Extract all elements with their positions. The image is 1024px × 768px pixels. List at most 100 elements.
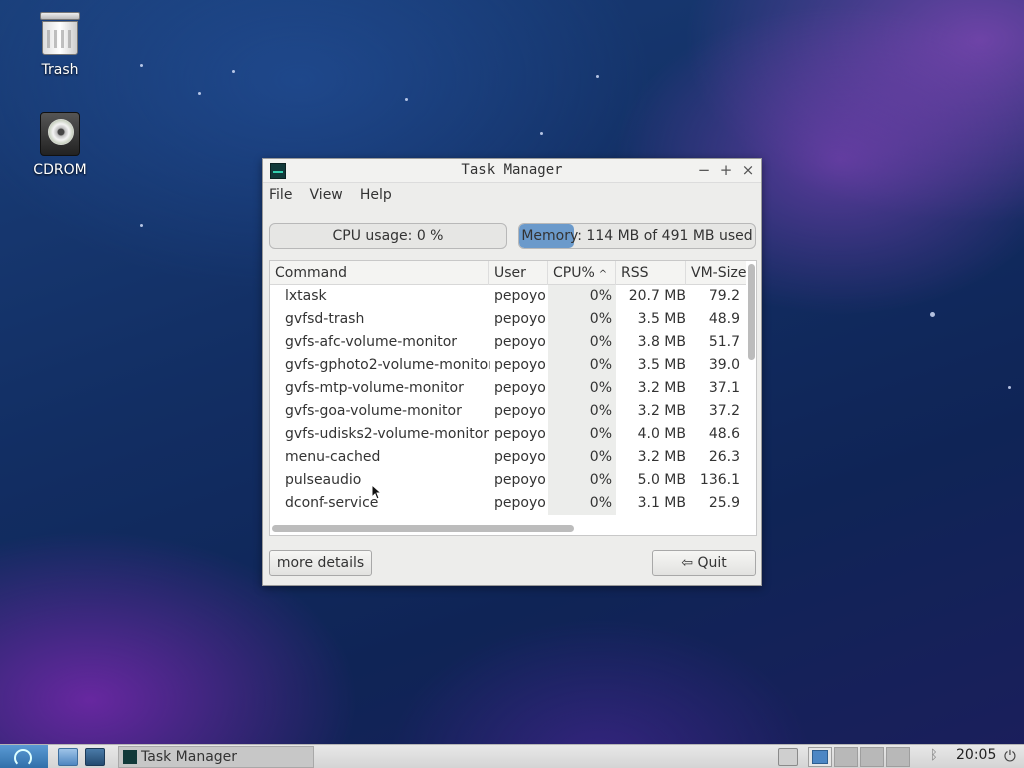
trash-icon [40, 12, 80, 56]
taskbar-entry-task-manager[interactable]: Task Manager [118, 746, 314, 768]
process-command: lxtask [285, 288, 327, 304]
column-header-command[interactable]: Command [270, 261, 489, 285]
table-row[interactable]: gvfsd-trash pepoyo 0% 3.5 MB 48.9 [270, 308, 746, 331]
quit-icon: ⇦ [681, 555, 693, 571]
menu-file[interactable]: File [269, 183, 298, 203]
process-command: gvfsd-trash [285, 311, 365, 327]
desktop-icon-trash[interactable]: Trash [20, 12, 100, 78]
more-details-button[interactable]: more details [269, 550, 372, 576]
cdrom-icon [40, 112, 80, 156]
process-vm-size: 39.0 [708, 357, 740, 373]
process-rss: 3.2 MB [637, 380, 686, 396]
table-row[interactable]: dconf-service pepoyo 0% 3.1 MB 25.9 [270, 492, 746, 515]
process-vm-size: 26.3 [708, 449, 740, 465]
process-command: pulseaudio [285, 472, 362, 488]
process-command: gvfs-afc-volume-monitor [285, 334, 458, 350]
show-desktop-icon[interactable] [778, 748, 798, 766]
menu-help[interactable]: Help [360, 183, 398, 203]
clock[interactable]: 20:05 [956, 747, 996, 763]
task-manager-icon [123, 750, 137, 764]
workspace-1[interactable] [808, 747, 832, 767]
column-header-cpu[interactable]: CPU% ^ [548, 261, 616, 285]
bluetooth-icon[interactable]: ᛒ [930, 748, 938, 763]
process-vm-size: 48.6 [708, 426, 740, 442]
file-manager-launcher-icon[interactable] [58, 748, 78, 766]
process-user: pepoyo [494, 311, 546, 327]
workspace-3[interactable] [860, 747, 884, 767]
workspace-window-icon [812, 750, 828, 764]
table-row[interactable]: gvfs-afc-volume-monitor pepoyo 0% 3.8 MB 51.… [270, 331, 746, 354]
process-cpu: 0% [548, 354, 616, 377]
table-body: lxtask pepoyo 0% 20.7 MB 79.2 gvfsd-trash pepo… [270, 285, 746, 523]
process-user: pepoyo [494, 495, 546, 511]
process-cpu: 0% [548, 492, 616, 515]
cpu-usage-label: CPU usage: 0 % [332, 228, 444, 244]
process-command: menu-cached [285, 449, 381, 465]
table-row[interactable]: gvfs-gphoto2-volume-monitor pepoyo 0% 3.5 M… [270, 354, 746, 377]
process-rss: 5.0 MB [637, 472, 686, 488]
process-user: pepoyo [494, 449, 546, 465]
process-cpu: 0% [548, 423, 616, 446]
process-user: pepoyo [494, 380, 546, 396]
process-rss: 3.5 MB [637, 357, 686, 373]
process-rss: 3.2 MB [637, 403, 686, 419]
process-user: pepoyo [494, 357, 546, 373]
mouse-cursor-icon [371, 484, 383, 500]
workspace-4[interactable] [886, 747, 910, 767]
maximize-button[interactable]: + [717, 161, 735, 179]
power-icon[interactable]: ⏻ [1004, 747, 1016, 765]
table-row[interactable]: gvfs-mtp-volume-monitor pepoyo 0% 3.2 MB 37.… [270, 377, 746, 400]
browser-launcher-icon[interactable] [85, 748, 105, 766]
close-button[interactable]: × [739, 161, 757, 179]
process-cpu: 0% [548, 308, 616, 331]
cpu-usage-meter: CPU usage: 0 % [269, 223, 507, 249]
table-row[interactable]: gvfs-goa-volume-monitor pepoyo 0% 3.2 MB 37.… [270, 400, 746, 423]
table-row[interactable]: lxtask pepoyo 0% 20.7 MB 79.2 [270, 285, 746, 308]
vertical-scrollbar[interactable] [748, 264, 755, 360]
process-cpu: 0% [548, 331, 616, 354]
process-vm-size: 25.9 [708, 495, 740, 511]
process-rss: 3.8 MB [637, 334, 686, 350]
menu-bar: File View Help [263, 183, 761, 207]
column-header-rss[interactable]: RSS [616, 261, 686, 285]
menu-view[interactable]: View [310, 183, 349, 203]
process-user: pepoyo [494, 472, 546, 488]
process-rss: 3.1 MB [637, 495, 686, 511]
start-menu-button[interactable] [0, 745, 48, 768]
process-vm-size: 79.2 [708, 288, 740, 304]
column-header-vm-size[interactable]: VM-Size [686, 261, 746, 285]
title-bar[interactable]: Task Manager − + × [263, 159, 761, 183]
process-command: gvfs-gphoto2-volume-monitor [285, 357, 490, 373]
process-user: pepoyo [494, 403, 546, 419]
process-command: dconf-service [285, 495, 379, 511]
process-command: gvfs-goa-volume-monitor [285, 403, 462, 419]
memory-usage-meter: Memory: 114 MB of 491 MB used [518, 223, 756, 249]
table-row[interactable]: gvfs-udisks2-volume-monitor pepoyo 0% 4.0 M… [270, 423, 746, 446]
process-cpu: 0% [548, 446, 616, 469]
quit-button[interactable]: ⇦ Quit [652, 550, 756, 576]
workspace-2[interactable] [834, 747, 858, 767]
horizontal-scrollbar[interactable] [272, 525, 574, 532]
process-command: gvfs-udisks2-volume-monitor [285, 426, 490, 442]
process-cpu: 0% [548, 377, 616, 400]
desktop-icon-label: Trash [41, 62, 79, 78]
sort-ascending-icon: ^ [598, 269, 608, 280]
desktop-icon-cdrom[interactable]: CDROM [20, 112, 100, 178]
task-manager-window: Task Manager − + × File View Help CPU us… [262, 158, 762, 586]
process-rss: 20.7 MB [628, 288, 686, 304]
window-title: Task Manager [461, 162, 563, 178]
process-vm-size: 136.1 [699, 472, 740, 488]
column-header-user[interactable]: User [489, 261, 548, 285]
process-vm-size: 37.2 [708, 403, 740, 419]
process-rss: 3.2 MB [637, 449, 686, 465]
desktop-icon-label: CDROM [33, 162, 87, 178]
table-row[interactable]: pulseaudio pepoyo 0% 5.0 MB 136.1 [270, 469, 746, 492]
table-header: Command User CPU% ^ RSS VM-Size [270, 261, 746, 285]
taskbar: Task Manager ᛒ 20:05 ⏻ [0, 744, 1024, 768]
memory-usage-label: Memory: 114 MB of 491 MB used [521, 228, 753, 244]
process-vm-size: 51.7 [708, 334, 740, 350]
minimize-button[interactable]: − [695, 161, 713, 179]
process-command: gvfs-mtp-volume-monitor [285, 380, 464, 396]
table-row[interactable]: menu-cached pepoyo 0% 3.2 MB 26.3 [270, 446, 746, 469]
process-user: pepoyo [494, 288, 546, 304]
